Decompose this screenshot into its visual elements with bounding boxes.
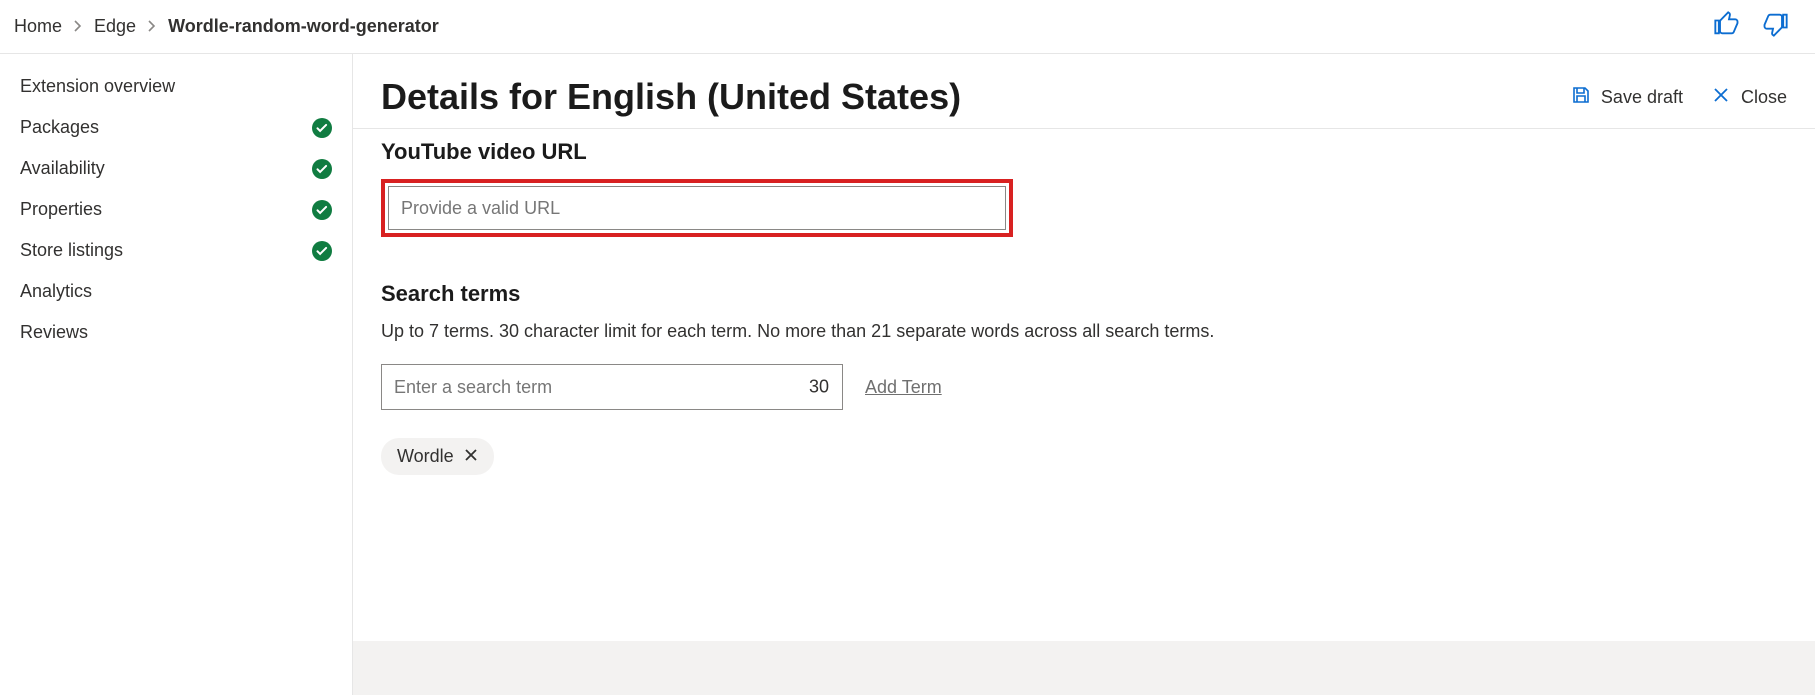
add-term-link[interactable]: Add Term: [865, 377, 942, 398]
close-icon: [1711, 85, 1731, 110]
remove-chip-icon[interactable]: [464, 446, 478, 467]
breadcrumb-edge[interactable]: Edge: [94, 16, 136, 37]
thumbs-down-icon[interactable]: [1761, 10, 1789, 43]
save-draft-button[interactable]: Save draft: [1571, 85, 1683, 110]
search-input-wrap: 30: [381, 364, 843, 410]
sidebar-item-analytics[interactable]: Analytics: [0, 271, 352, 312]
sidebar-item-packages[interactable]: Packages: [0, 107, 352, 148]
youtube-url-input[interactable]: [388, 186, 1006, 230]
check-circle-icon: [312, 200, 332, 220]
sidebar-item-properties[interactable]: Properties: [0, 189, 352, 230]
breadcrumb-current: Wordle-random-word-generator: [168, 16, 439, 37]
save-draft-label: Save draft: [1601, 87, 1683, 108]
sidebar-item-extension-overview[interactable]: Extension overview: [0, 66, 352, 107]
search-terms-section-label: Search terms: [381, 281, 1787, 307]
breadcrumb-home[interactable]: Home: [14, 16, 62, 37]
check-circle-icon: [312, 118, 332, 138]
check-circle-icon: [312, 241, 332, 261]
search-terms-description: Up to 7 terms. 30 character limit for ea…: [381, 321, 1787, 342]
youtube-section-label: YouTube video URL: [381, 139, 1787, 165]
chip-label: Wordle: [397, 446, 454, 467]
sidebar-item-label: Reviews: [20, 322, 88, 343]
search-term-input[interactable]: [381, 364, 843, 410]
sidebar-item-reviews[interactable]: Reviews: [0, 312, 352, 353]
sidebar-item-label: Extension overview: [20, 76, 175, 97]
topbar: Home Edge Wordle-random-word-generator: [0, 0, 1815, 54]
save-icon: [1571, 85, 1591, 110]
search-term-chip: Wordle: [381, 438, 494, 475]
chevron-right-icon: [74, 19, 82, 35]
page-title: Details for English (United States): [381, 76, 961, 118]
feedback-buttons: [1713, 10, 1801, 43]
sidebar-item-store-listings[interactable]: Store listings: [0, 230, 352, 271]
thumbs-up-icon[interactable]: [1713, 10, 1741, 43]
sidebar-item-label: Analytics: [20, 281, 92, 302]
breadcrumb: Home Edge Wordle-random-word-generator: [14, 16, 439, 37]
footer-strip: [353, 641, 1815, 695]
main-content: Details for English (United States) Save…: [353, 54, 1815, 695]
check-circle-icon: [312, 159, 332, 179]
header-actions: Save draft Close: [1571, 85, 1787, 110]
sidebar-item-label: Availability: [20, 158, 105, 179]
close-label: Close: [1741, 87, 1787, 108]
close-button[interactable]: Close: [1711, 85, 1787, 110]
chevron-right-icon: [148, 19, 156, 35]
youtube-url-highlight: [381, 179, 1013, 237]
search-term-row: 30 Add Term: [381, 364, 1787, 410]
page-header: Details for English (United States) Save…: [353, 54, 1815, 129]
sidebar-item-label: Store listings: [20, 240, 123, 261]
sidebar: Extension overview Packages Availability…: [0, 54, 353, 695]
sidebar-item-label: Properties: [20, 199, 102, 220]
char-limit-counter: 30: [809, 377, 829, 398]
sidebar-item-label: Packages: [20, 117, 99, 138]
sidebar-item-availability[interactable]: Availability: [0, 148, 352, 189]
